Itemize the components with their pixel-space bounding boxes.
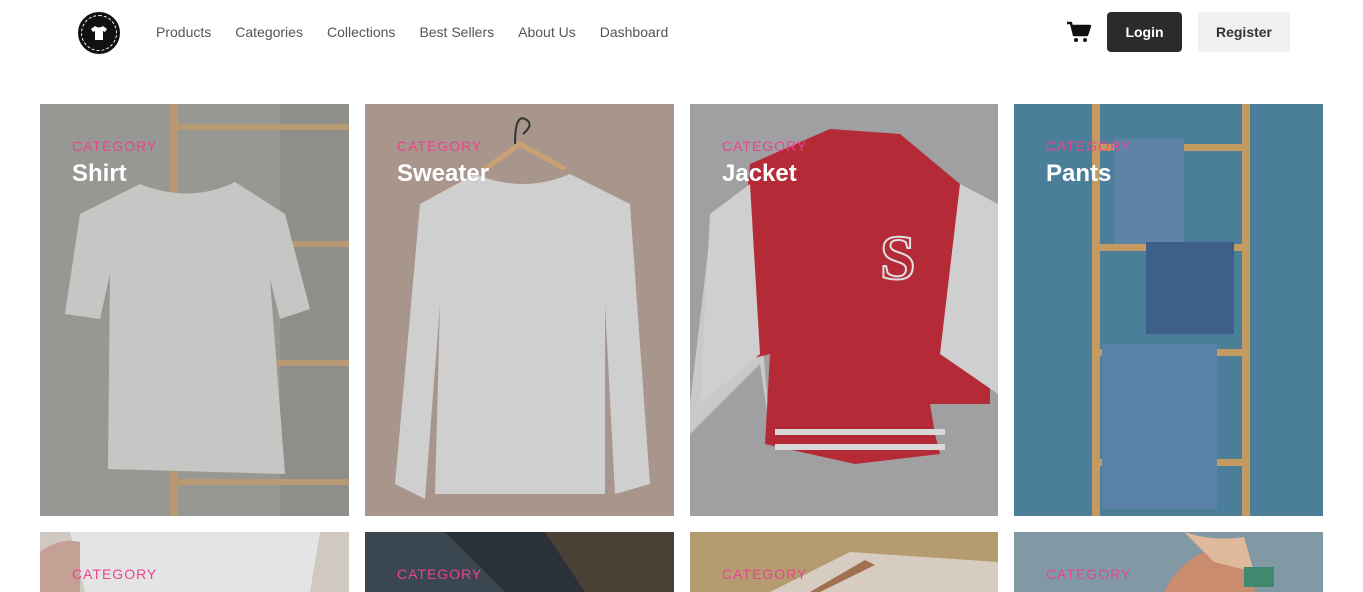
category-card-jacket[interactable]: S CATEGORY Jacket <box>690 104 998 516</box>
login-button[interactable]: Login <box>1107 12 1182 52</box>
category-title: Jacket <box>722 160 797 187</box>
tshirt-logo-icon[interactable] <box>78 12 120 54</box>
category-image <box>1014 532 1323 592</box>
category-label: CATEGORY <box>722 566 808 582</box>
category-title: Pants <box>1046 160 1112 187</box>
cart-icon[interactable] <box>1066 21 1092 43</box>
svg-text:S: S <box>880 222 916 293</box>
category-label: CATEGORY <box>1046 138 1132 154</box>
main-nav: Products Categories Collections Best Sel… <box>156 24 692 40</box>
category-image <box>365 532 674 592</box>
category-label: CATEGORY <box>722 138 808 154</box>
nav-categories[interactable]: Categories <box>235 24 303 40</box>
category-title: Sweater <box>397 160 490 187</box>
category-card-6[interactable]: CATEGORY <box>365 532 674 592</box>
category-label: CATEGORY <box>72 566 158 582</box>
category-card-7[interactable]: CATEGORY <box>690 532 998 592</box>
nav-about-us[interactable]: About Us <box>518 24 576 40</box>
nav-dashboard[interactable]: Dashboard <box>600 24 669 40</box>
category-image <box>690 532 998 592</box>
category-card-5[interactable]: CATEGORY <box>40 532 349 592</box>
category-title: Shirt <box>72 160 127 187</box>
nav-collections[interactable]: Collections <box>327 24 395 40</box>
category-card-pants[interactable]: CATEGORY Pants <box>1014 104 1323 516</box>
nav-best-sellers[interactable]: Best Sellers <box>419 24 494 40</box>
category-card-shirt[interactable]: CATEGORY Shirt <box>40 104 349 516</box>
category-card-sweater[interactable]: CATEGORY Sweater <box>365 104 674 516</box>
category-label: CATEGORY <box>1046 566 1132 582</box>
category-label: CATEGORY <box>397 138 483 154</box>
register-button[interactable]: Register <box>1198 12 1290 52</box>
category-image <box>40 532 349 592</box>
site-header: Products Categories Collections Best Sel… <box>0 0 1363 64</box>
category-card-8[interactable]: CATEGORY <box>1014 532 1323 592</box>
category-label: CATEGORY <box>72 138 158 154</box>
category-label: CATEGORY <box>397 566 483 582</box>
nav-products[interactable]: Products <box>156 24 211 40</box>
